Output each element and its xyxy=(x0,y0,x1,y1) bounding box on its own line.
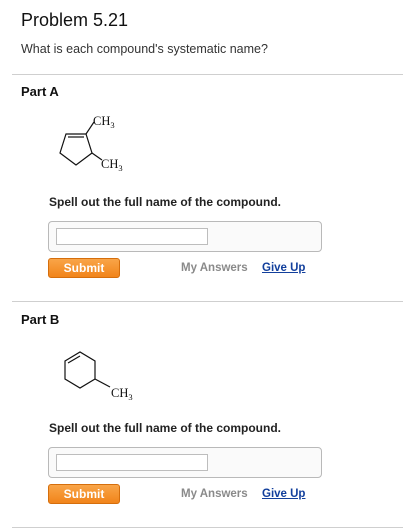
divider xyxy=(12,527,403,528)
part-a-label: Part A xyxy=(21,84,59,99)
part-a-instruction: Spell out the full name of the compound. xyxy=(49,195,281,209)
cyclopentene-ring xyxy=(59,133,93,166)
part-b-my-answers-link[interactable]: My Answers xyxy=(181,488,248,500)
part-b-instruction: Spell out the full name of the compound. xyxy=(49,421,281,435)
divider xyxy=(12,301,403,302)
part-b-give-up-link[interactable]: Give Up xyxy=(262,488,305,500)
double-bond-line xyxy=(67,355,81,364)
part-b-answer-input[interactable] xyxy=(56,454,208,471)
methyl-label-1: CH3 xyxy=(93,114,115,130)
part-a-my-answers-link[interactable]: My Answers xyxy=(181,262,248,274)
part-a-answer-input[interactable] xyxy=(56,228,208,245)
problem-title: Problem 5.21 xyxy=(21,10,129,30)
problem-question: What is each compound's systematic name? xyxy=(21,42,268,56)
methyl-label: CH3 xyxy=(111,386,133,402)
part-b-answer-box xyxy=(48,447,322,478)
part-b-molecule-structure: CH3 xyxy=(64,351,133,402)
methyl-label-2: CH3 xyxy=(101,157,123,173)
part-a-answer-box xyxy=(48,221,322,252)
part-a-give-up-link[interactable]: Give Up xyxy=(262,262,305,274)
part-b-label: Part B xyxy=(21,312,60,327)
cyclohexene-ring xyxy=(64,351,96,389)
divider xyxy=(12,74,403,75)
part-a-submit-button[interactable]: Submit xyxy=(48,258,120,278)
part-b-submit-button[interactable]: Submit xyxy=(48,484,120,504)
part-a-molecule-structure: CH3 CH3 xyxy=(59,114,123,173)
methyl-bond xyxy=(94,378,111,388)
